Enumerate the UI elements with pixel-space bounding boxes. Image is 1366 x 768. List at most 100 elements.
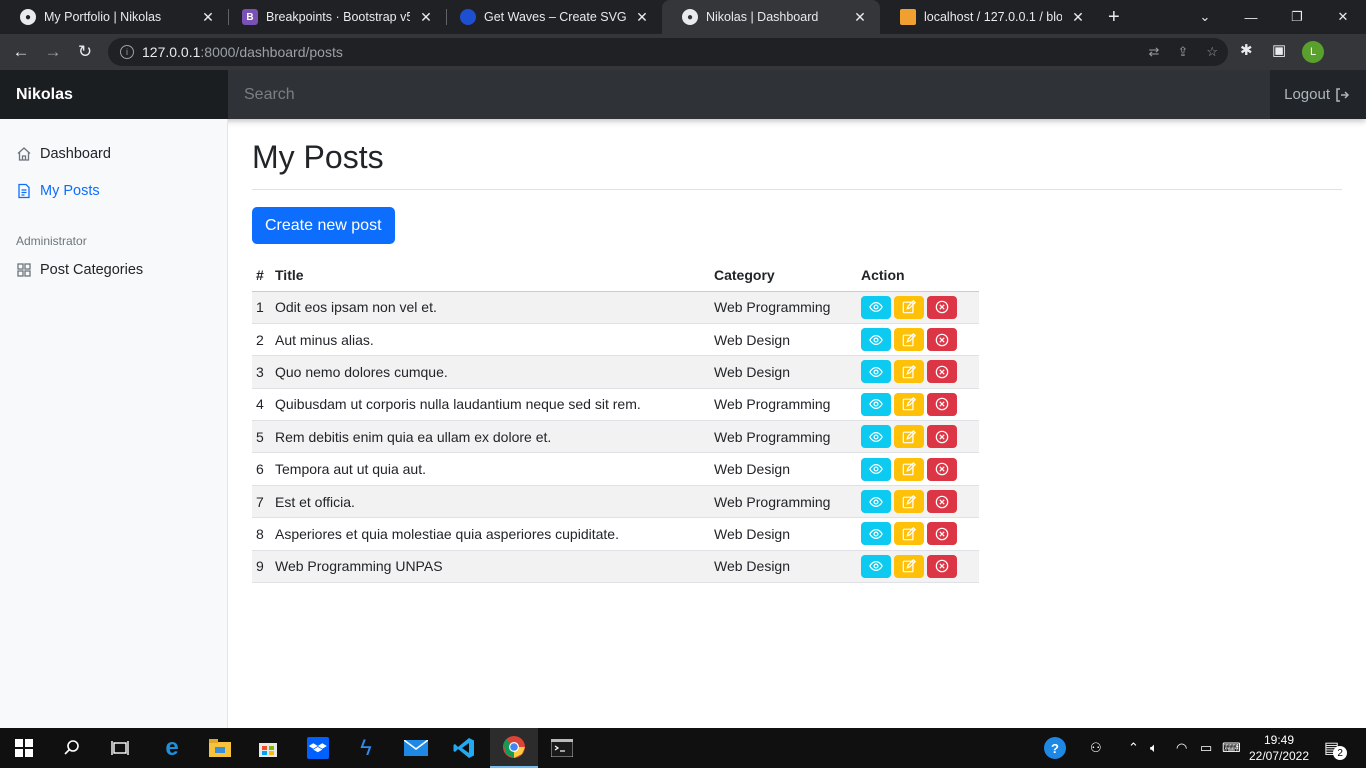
view-post-button[interactable] xyxy=(861,554,891,578)
show-hidden-icons-chevron-up-icon[interactable]: ⌃ xyxy=(1128,728,1139,768)
view-post-button[interactable] xyxy=(861,328,891,352)
restore-button[interactable]: ❐ xyxy=(1274,0,1320,34)
search-icon[interactable] xyxy=(48,728,96,768)
system-clock[interactable]: 19:49 22/07/2022 xyxy=(1244,732,1314,764)
view-post-button[interactable] xyxy=(861,392,891,416)
edit-post-button[interactable] xyxy=(894,328,924,352)
tab-get-waves[interactable]: Get Waves – Create SVG wav ✕ xyxy=(440,0,662,34)
delete-post-button[interactable] xyxy=(927,425,957,449)
chrome-icon[interactable] xyxy=(490,728,538,768)
create-new-post-button[interactable]: Create new post xyxy=(252,207,395,244)
windows-start-icon[interactable] xyxy=(0,728,48,768)
close-icon[interactable]: ✕ xyxy=(852,9,868,26)
address-bar[interactable]: i 127.0.0.1:8000/dashboard/posts ⇄ ⇪ ☆ xyxy=(108,38,1228,66)
view-post-button[interactable] xyxy=(861,457,891,481)
reload-icon[interactable]: ↻ xyxy=(72,39,98,65)
sourcetree-icon[interactable]: ϟ xyxy=(342,728,390,768)
action-center-button[interactable]: ▤ 2 xyxy=(1324,728,1348,768)
tab-phpmyadmin[interactable]: localhost / 127.0.0.1 / blog / ✕ xyxy=(880,0,1098,34)
bootstrap-icon: B xyxy=(242,9,258,25)
globe-icon: ● xyxy=(20,9,36,25)
microsoft-store-icon[interactable] xyxy=(244,728,292,768)
help-icon[interactable]: ? xyxy=(1044,728,1066,768)
delete-post-button[interactable] xyxy=(927,328,957,352)
view-post-button[interactable] xyxy=(861,360,891,384)
vscode-icon[interactable] xyxy=(440,728,488,768)
tab-my-portfolio[interactable]: ● My Portfolio | Nikolas ✕ xyxy=(0,0,228,34)
profile-avatar[interactable]: L xyxy=(1302,41,1324,63)
close-icon[interactable]: ✕ xyxy=(200,9,216,26)
edit-post-button[interactable] xyxy=(894,295,924,319)
dropbox-icon[interactable] xyxy=(294,728,342,768)
tab-title: Get Waves – Create SVG wav xyxy=(484,10,626,24)
close-icon[interactable]: ✕ xyxy=(418,9,434,26)
task-view-icon[interactable] xyxy=(96,728,144,768)
bookmark-star-icon[interactable]: ☆ xyxy=(1206,44,1218,60)
mail-icon[interactable] xyxy=(392,728,440,768)
extensions-icon[interactable]: ✱ xyxy=(1240,41,1253,59)
navbar-brand[interactable]: Nikolas xyxy=(0,70,228,119)
wifi-icon[interactable]: ◠ xyxy=(1176,728,1187,768)
volume-icon[interactable]: 🔈︎ xyxy=(1150,728,1158,768)
delete-post-button[interactable] xyxy=(927,392,957,416)
table-row: 6 Tempora aut ut quia aut. Web Design xyxy=(252,452,979,486)
close-window-button[interactable]: ✕ xyxy=(1320,0,1366,34)
row-number: 4 xyxy=(252,388,271,422)
delete-post-button[interactable] xyxy=(927,490,957,514)
delete-post-button[interactable] xyxy=(927,360,957,384)
edit-post-button[interactable] xyxy=(894,392,924,416)
row-actions xyxy=(857,355,979,389)
sidebar-item-dashboard[interactable]: Dashboard xyxy=(16,146,111,162)
delete-post-button[interactable] xyxy=(927,295,957,319)
minimize-button[interactable]: — xyxy=(1228,0,1274,34)
tab-search-button[interactable]: ⌄ xyxy=(1182,0,1228,34)
delete-post-button[interactable] xyxy=(927,522,957,546)
people-icon[interactable]: ⚇ xyxy=(1090,728,1102,768)
logout-button[interactable]: Logout xyxy=(1284,70,1350,119)
edit-post-button[interactable] xyxy=(894,457,924,481)
title-divider xyxy=(252,189,1342,190)
new-tab-button[interactable]: + xyxy=(1108,6,1120,29)
translate-icon[interactable]: ⇄ xyxy=(1149,44,1160,60)
post-category: Web Design xyxy=(710,550,857,584)
close-icon[interactable]: ✕ xyxy=(634,9,650,26)
edit-post-button[interactable] xyxy=(894,360,924,384)
search-input[interactable] xyxy=(228,70,1270,119)
delete-post-button[interactable] xyxy=(927,457,957,481)
eye-icon xyxy=(869,527,883,541)
edit-post-button[interactable] xyxy=(894,522,924,546)
tab-title: localhost / 127.0.0.1 / blog / xyxy=(924,10,1062,24)
column-header-number: # xyxy=(252,259,271,292)
view-post-button[interactable] xyxy=(861,425,891,449)
delete-post-button[interactable] xyxy=(927,554,957,578)
keyboard-layout-icon[interactable]: ⌨ xyxy=(1222,728,1241,768)
close-icon[interactable]: ✕ xyxy=(1070,9,1086,26)
view-post-button[interactable] xyxy=(861,522,891,546)
edit-post-button[interactable] xyxy=(894,425,924,449)
share-icon[interactable]: ⇪ xyxy=(1177,44,1188,60)
edge-browser-icon[interactable]: e xyxy=(148,728,196,768)
view-post-button[interactable] xyxy=(861,490,891,514)
tab-nikolas-dashboard[interactable]: ● Nikolas | Dashboard ✕ xyxy=(662,0,880,34)
posts-table-body: 1 Odit eos ipsam non vel et. Web Programmi… xyxy=(252,291,979,584)
url-path: :8000/dashboard/posts xyxy=(200,44,343,60)
sidebar-item-post-categories[interactable]: Post Categories xyxy=(16,262,143,278)
back-icon[interactable]: ← xyxy=(8,39,34,65)
forward-icon[interactable]: → xyxy=(40,39,66,65)
eye-icon xyxy=(869,559,883,573)
info-icon[interactable]: i xyxy=(120,45,134,59)
edit-post-button[interactable] xyxy=(894,490,924,514)
pencil-square-icon xyxy=(902,462,916,476)
side-panel-icon[interactable]: ▣ xyxy=(1272,41,1286,59)
file-explorer-icon[interactable] xyxy=(196,728,244,768)
file-text-icon xyxy=(18,183,30,199)
x-circle-icon xyxy=(935,495,949,509)
battery-icon[interactable]: ▭ xyxy=(1200,728,1212,768)
terminal-icon[interactable] xyxy=(538,728,586,768)
pencil-square-icon xyxy=(902,332,916,347)
edit-post-button[interactable] xyxy=(894,554,924,578)
tab-bootstrap-breakpoints[interactable]: B Breakpoints · Bootstrap v5.2 ✕ xyxy=(222,0,446,34)
view-post-button[interactable] xyxy=(861,295,891,319)
sidebar-item-my-posts[interactable]: My Posts xyxy=(16,183,100,199)
post-title: Asperiores et quia molestiae quia asperi… xyxy=(271,517,710,551)
